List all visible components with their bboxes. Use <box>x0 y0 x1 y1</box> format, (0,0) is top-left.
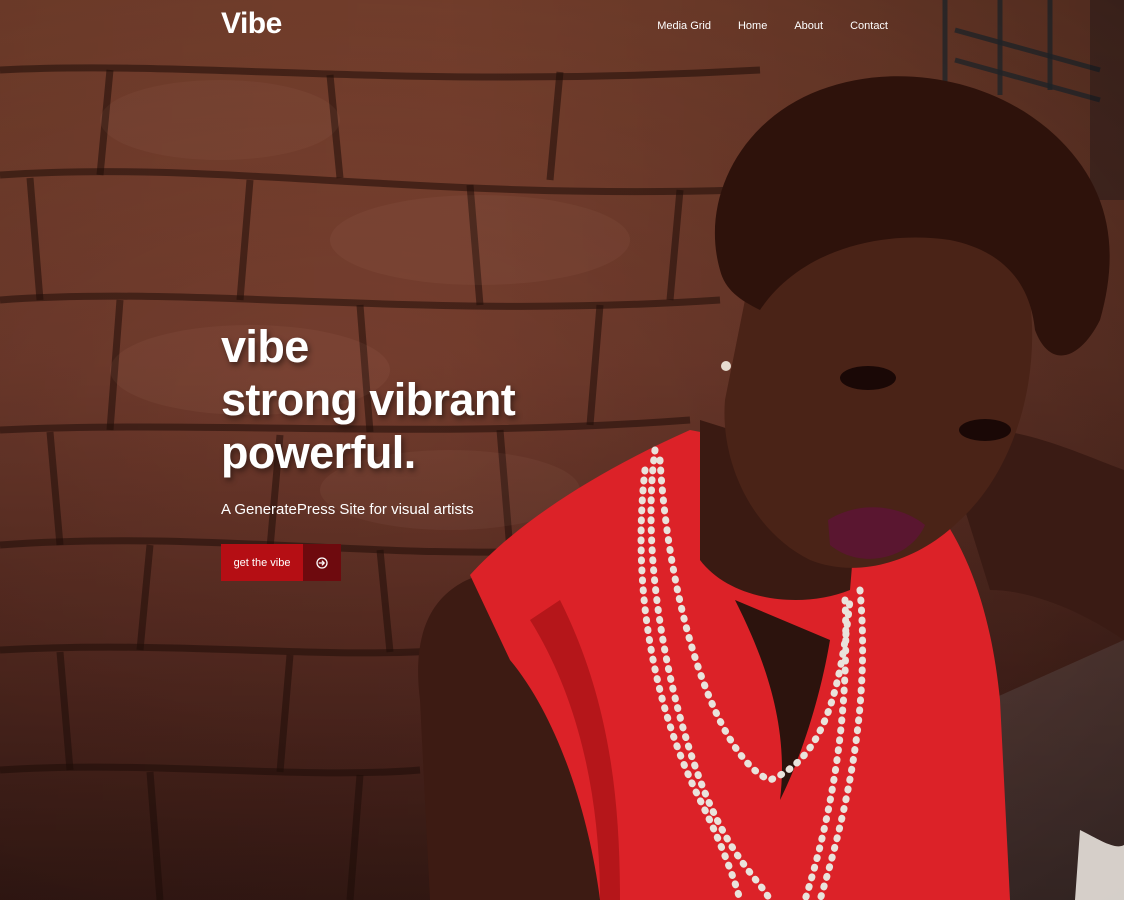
headline-line-3: powerful. <box>221 427 416 478</box>
get-the-vibe-button[interactable]: get the vibe <box>221 544 341 581</box>
cta-label: get the vibe <box>221 544 303 581</box>
hero-content: vibe strong vibrant powerful. A Generate… <box>221 320 516 581</box>
site-logo[interactable]: Vibe <box>221 7 282 41</box>
site-header: Vibe Media Grid Home About Contact <box>0 0 1124 54</box>
nav-link-about[interactable]: About <box>794 20 823 32</box>
nav-link-media-grid[interactable]: Media Grid <box>657 20 711 32</box>
headline-line-1: vibe <box>221 321 309 372</box>
hero-subtitle: A GeneratePress Site for visual artists <box>221 501 474 518</box>
headline-line-2: strong vibrant <box>221 374 516 425</box>
nav-link-home[interactable]: Home <box>738 20 767 32</box>
primary-navigation: Media Grid Home About Contact <box>657 20 888 32</box>
nav-link-contact[interactable]: Contact <box>850 20 888 32</box>
arrow-right-circle-icon <box>303 544 341 581</box>
hero-background <box>0 0 1124 900</box>
portrait-photo <box>418 76 1124 900</box>
hero-headline: vibe strong vibrant powerful. <box>221 320 516 479</box>
